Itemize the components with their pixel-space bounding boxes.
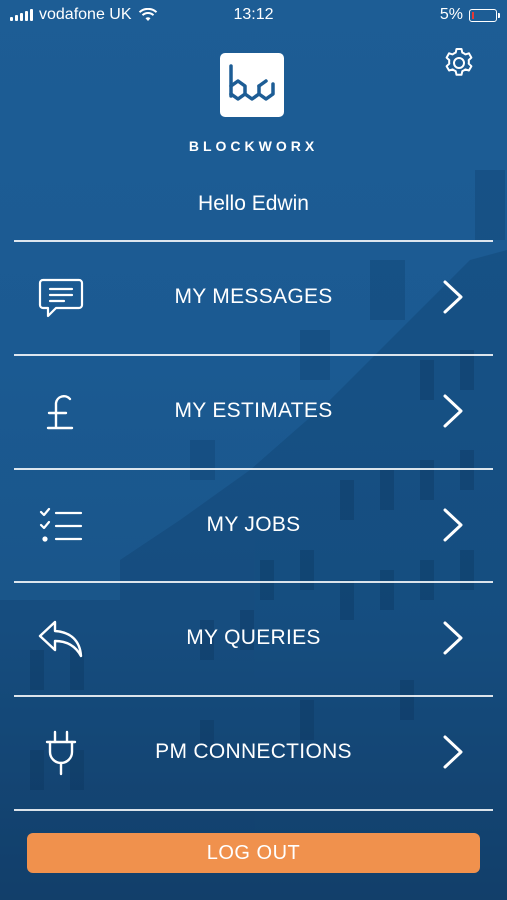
menu-item-pm-connections[interactable]: PM CONNECTIONS <box>14 696 493 808</box>
greeting: Hello Edwin <box>198 192 309 215</box>
blockworx-logo-icon <box>220 53 284 117</box>
menu-item-label: MY ESTIMATES <box>174 399 333 422</box>
logo-mark <box>229 64 275 101</box>
menu-item-label: MY MESSAGES <box>174 285 333 308</box>
chevron-right-icon <box>443 735 463 769</box>
battery-level <box>472 11 474 19</box>
menu-item-my-jobs[interactable]: MY JOBS <box>14 469 493 581</box>
battery-icon <box>469 8 500 22</box>
menu-item-my-estimates[interactable]: MY ESTIMATES <box>14 355 493 467</box>
battery-percent: 5% <box>439 6 463 23</box>
gear-icon[interactable] <box>442 46 476 80</box>
chevron-right-icon <box>443 508 463 542</box>
menu-item-my-queries[interactable]: MY QUERIES <box>14 582 493 694</box>
divider <box>14 809 493 811</box>
status-time: 13:12 <box>233 6 274 23</box>
menu-item-label: MY QUERIES <box>186 626 321 649</box>
menu-item-my-messages[interactable]: MY MESSAGES <box>14 241 493 353</box>
status-bar: vodafone UK 13:12 5% <box>0 0 507 30</box>
chevron-right-icon <box>443 280 463 314</box>
logout-button[interactable]: LOG OUT <box>27 833 480 873</box>
menu-item-label: PM CONNECTIONS <box>155 740 352 763</box>
status-right: 5% <box>439 6 500 24</box>
brand-name: BLOCKWORX <box>188 138 319 154</box>
chevron-right-icon <box>443 621 463 655</box>
chevron-right-icon <box>443 394 463 428</box>
menu-item-label: MY JOBS <box>206 513 301 536</box>
